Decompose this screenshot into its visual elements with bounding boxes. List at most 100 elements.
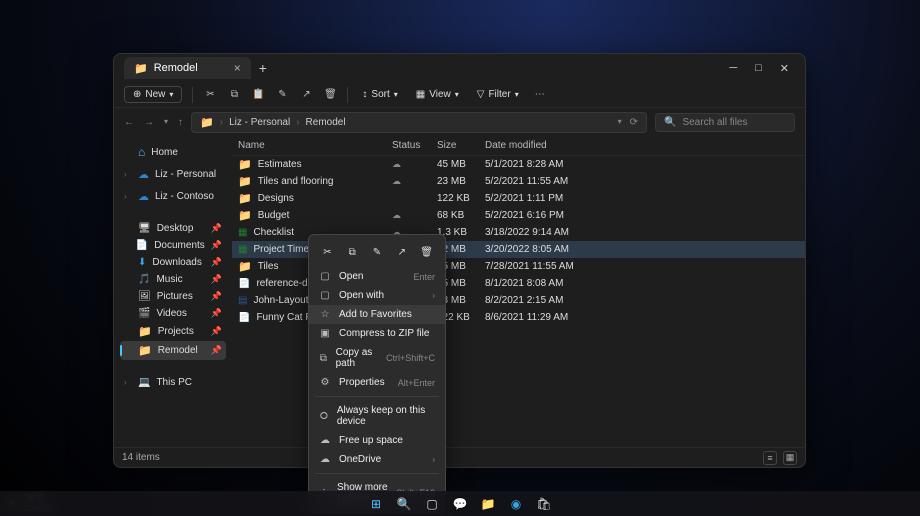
copy-icon[interactable]: ⧉	[343, 243, 361, 261]
new-button[interactable]: ⊕ New ▾	[124, 86, 182, 103]
thumbnails-view-button[interactable]: ▦	[783, 451, 797, 465]
file-row[interactable]: Tiles and flooring23 MB5/2/2021 11:55 AM	[232, 173, 805, 190]
chevron-down-icon: ▾	[169, 90, 173, 99]
cut-button[interactable]: ✂	[203, 88, 217, 102]
copy-button[interactable]: ⧉	[227, 88, 241, 102]
window-tab[interactable]: Remodel ×	[124, 57, 251, 79]
share-button[interactable]: ↗	[299, 88, 313, 102]
breadcrumb[interactable]: › Liz - Personal › Remodel ▾ ⟳	[191, 112, 647, 133]
store-button[interactable]: 🛍	[535, 495, 553, 513]
ctx-open[interactable]: ▢OpenEnter	[309, 267, 445, 286]
file-icon	[238, 227, 247, 238]
recent-button[interactable]: ▾	[164, 117, 168, 128]
breadcrumb-part[interactable]: Remodel	[306, 117, 346, 128]
file-icon	[238, 295, 247, 306]
search-icon: 🔍	[664, 117, 676, 128]
search-button[interactable]: 🔍	[395, 495, 413, 513]
chevron-down-icon[interactable]: ▾	[618, 117, 622, 128]
paste-button[interactable]: 📋	[251, 88, 265, 102]
file-size: 23 MB	[437, 176, 485, 187]
file-name: Estimates	[258, 159, 302, 170]
close-window-button[interactable]: ✕	[780, 62, 789, 75]
taskbar: ⊞ 🔍 ▢ 💬 📁 ◉ 🛍	[0, 491, 920, 516]
ctx-compress[interactable]: ▣Compress to ZIP file	[309, 324, 445, 343]
down-icon	[138, 257, 146, 268]
file-icon	[238, 192, 252, 205]
rename-icon[interactable]: ✎	[368, 243, 386, 261]
sidebar-item-onedrive-personal[interactable]: ›Liz - Personal	[120, 165, 226, 184]
pin-icon: 📌	[211, 223, 222, 234]
search-box[interactable]: 🔍 Search all files	[655, 113, 795, 132]
delete-icon[interactable]: 🗑	[418, 243, 436, 261]
sidebar-item-thispc[interactable]: ›This PC	[120, 374, 226, 391]
sidebar-item-music[interactable]: Music📌	[120, 271, 226, 288]
back-button[interactable]: ←	[124, 117, 134, 128]
ctx-onedrive[interactable]: ☁OneDrive›	[309, 450, 445, 469]
file-row[interactable]: Designs122 KB5/2/2021 1:11 PM	[232, 190, 805, 207]
share-icon[interactable]: ↗	[393, 243, 411, 261]
col-size[interactable]: Size	[437, 140, 485, 151]
breadcrumb-part[interactable]: Liz - Personal	[229, 117, 290, 128]
file-status	[392, 210, 437, 221]
up-button[interactable]: ↑	[178, 117, 183, 128]
vid-icon	[138, 308, 150, 319]
context-menu: ✂ ⧉ ✎ ↗ 🗑 ▢OpenEnter ▢Open with› ☆Add to…	[308, 234, 446, 513]
sidebar-item-documents[interactable]: Documents📌	[120, 237, 226, 254]
music-icon	[138, 274, 150, 285]
onedrive-icon	[138, 168, 149, 181]
details-view-button[interactable]: ≡	[763, 451, 777, 465]
plus-icon: ⊕	[133, 89, 141, 100]
delete-button[interactable]: 🗑	[323, 88, 337, 102]
folder-y-icon	[138, 325, 152, 338]
forward-button[interactable]: →	[144, 117, 154, 128]
ctx-free-up[interactable]: ☁Free up space	[309, 431, 445, 450]
sidebar-item-videos[interactable]: Videos📌	[120, 305, 226, 322]
minimize-button[interactable]: ─	[729, 62, 737, 75]
file-explorer-window: Remodel × + ─ □ ✕ ⊕ New ▾ ✂ ⧉ 📋 ✎ ↗ 🗑 ↕S…	[113, 53, 806, 468]
file-date: 8/1/2021 8:08 AM	[485, 278, 805, 289]
file-row[interactable]: Budget68 KB5/2/2021 6:16 PM	[232, 207, 805, 224]
file-size: 122 KB	[437, 193, 485, 204]
file-name: Tiles	[258, 261, 279, 272]
start-button[interactable]: ⊞	[367, 495, 385, 513]
more-button[interactable]: ⋯	[533, 88, 547, 102]
address-bar-row: ← → ▾ ↑ › Liz - Personal › Remodel ▾ ⟳ 🔍…	[114, 108, 805, 136]
view-button[interactable]: ▦View▾	[412, 87, 463, 102]
close-tab-icon[interactable]: ×	[234, 61, 241, 75]
new-tab-button[interactable]: +	[259, 60, 267, 76]
file-date: 5/2/2021 11:55 AM	[485, 176, 805, 187]
sidebar-item-pictures[interactable]: Pictures📌	[120, 288, 226, 305]
file-date: 7/28/2021 11:55 AM	[485, 261, 805, 272]
ctx-open-with[interactable]: ▢Open with›	[309, 286, 445, 305]
column-headers: Name Status Size Date modified	[232, 136, 805, 156]
file-icon	[238, 158, 252, 171]
ctx-add-favorites[interactable]: ☆Add to Favorites	[309, 305, 445, 324]
sidebar-item-downloads[interactable]: Downloads📌	[120, 254, 226, 271]
col-status[interactable]: Status	[392, 140, 437, 151]
sidebar-item-projects[interactable]: Projects📌	[120, 322, 226, 341]
maximize-button[interactable]: □	[755, 62, 762, 75]
cut-icon[interactable]: ✂	[318, 243, 336, 261]
pin-icon: 📌	[211, 257, 222, 268]
sort-button[interactable]: ↕Sort▾	[358, 87, 401, 102]
col-date[interactable]: Date modified	[485, 140, 805, 151]
refresh-button[interactable]: ⟳	[630, 117, 638, 128]
pin-icon: 📌	[211, 291, 222, 302]
explorer-button[interactable]: 📁	[479, 495, 497, 513]
ctx-always-keep[interactable]: ⭘Always keep on this device	[309, 401, 445, 431]
sidebar-item-onedrive-contoso[interactable]: ›Liz - Contoso	[120, 187, 226, 206]
sidebar-item-home[interactable]: Home	[120, 142, 226, 162]
file-size: 68 KB	[437, 210, 485, 221]
file-row[interactable]: Estimates45 MB5/1/2021 8:28 AM	[232, 156, 805, 173]
rename-button[interactable]: ✎	[275, 88, 289, 102]
sidebar-item-remodel[interactable]: Remodel📌	[120, 341, 226, 360]
filter-button[interactable]: ▽Filter▾	[473, 87, 523, 102]
col-name[interactable]: Name	[232, 140, 392, 151]
edge-button[interactable]: ◉	[507, 495, 525, 513]
task-view-button[interactable]: ▢	[423, 495, 441, 513]
sidebar-item-desktop[interactable]: Desktop📌	[120, 220, 226, 237]
ctx-properties[interactable]: ⚙PropertiesAlt+Enter	[309, 373, 445, 392]
chat-button[interactable]: 💬	[451, 495, 469, 513]
file-date: 8/6/2021 11:29 AM	[485, 312, 805, 323]
ctx-copy-path[interactable]: ⧉Copy as pathCtrl+Shift+C	[309, 343, 445, 373]
